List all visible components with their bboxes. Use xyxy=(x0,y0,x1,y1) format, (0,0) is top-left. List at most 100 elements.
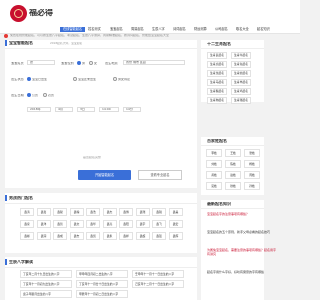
name-chip[interactable]: 鑫超 xyxy=(135,232,150,240)
name-chip[interactable]: 鑫彬 xyxy=(20,232,34,240)
name-chip[interactable]: 鑫浩 xyxy=(86,208,100,216)
article-link[interactable]: 为属兔宝宝起名，需要注意的事项有哪些？起名用字有讲究 xyxy=(207,248,277,256)
calendar-radio-solar[interactable] xyxy=(27,93,31,97)
zodiac-link[interactable]: 生肖龙起名 xyxy=(207,70,227,77)
zodiac-link[interactable]: 生肖狗起名 xyxy=(207,97,227,104)
surname-link[interactable]: 孙姓 xyxy=(244,182,260,190)
name-chip[interactable]: 鑫洋 xyxy=(36,220,51,228)
title-bar xyxy=(5,259,7,265)
bazi-link[interactable]: 甲申年四月初二出生的八字 xyxy=(76,270,128,278)
surname-link[interactable]: 周姓 xyxy=(244,171,260,179)
name-chip[interactable]: 鑫嘉 xyxy=(36,208,51,216)
surname-link[interactable]: 张姓 xyxy=(244,149,260,157)
surname-link[interactable]: 刘姓 xyxy=(206,160,222,168)
surname-input[interactable]: 张 xyxy=(27,60,55,65)
calendar-radio-lunar[interactable] xyxy=(43,93,47,97)
article-link[interactable]: 宝宝起名字的注意事项有哪些？ xyxy=(207,212,277,216)
surname-link[interactable]: 徐姓 xyxy=(225,182,241,190)
name-chip[interactable]: 鑫瑞 xyxy=(135,208,150,216)
gender-option-female: 女 xyxy=(94,62,98,65)
name-chip[interactable]: 鑫锐 xyxy=(152,208,166,216)
zodiac-link[interactable]: 生肖羊起名 xyxy=(231,79,251,86)
surname-link[interactable]: 王姓 xyxy=(225,149,241,157)
name-chip[interactable]: 鑫杰 xyxy=(102,208,117,216)
bazi-link[interactable]: 丁亥年二月十九日出生的八字 xyxy=(20,270,72,278)
article-link[interactable]: 宝宝起名的五个原则，新手父母必看的起名技巧 xyxy=(207,230,277,234)
surname-link[interactable]: 李姓 xyxy=(206,149,222,157)
month-select[interactable]: 4月 xyxy=(55,107,73,112)
main-nav: 在线智能起名 姓名测试 宝宝起名 周易起名 生辰八字 诗词起名 财运测算 公司起… xyxy=(0,26,300,34)
name-chip[interactable]: 鑫飞 xyxy=(152,220,166,228)
name-chip[interactable]: 鑫昊 xyxy=(168,208,183,216)
zodiac-link[interactable]: 生肖牛起名 xyxy=(231,52,251,59)
bazi-link[interactable]: 己亥年十二月十一日出生的八字 xyxy=(132,280,184,288)
name-chip[interactable]: 鑫润 xyxy=(36,232,51,240)
nav-item-1[interactable]: 姓名测试 xyxy=(88,27,101,32)
name-chip[interactable]: 鑫永 xyxy=(102,232,117,240)
nav-item-6[interactable]: 财运测算 xyxy=(194,27,207,32)
nav-item-9[interactable]: 起名知识 xyxy=(257,27,270,32)
status-radio-undecided[interactable] xyxy=(113,77,117,81)
year-select[interactable]: 2018年 xyxy=(27,107,51,112)
name-chip[interactable]: 鑫成 xyxy=(53,232,67,240)
name-chip[interactable]: 鑫宏 xyxy=(168,220,183,228)
submit-button[interactable]: 开始智能起名 xyxy=(78,170,131,180)
nav-item-2[interactable]: 宝宝起名 xyxy=(110,27,123,32)
name-chip[interactable]: 鑫阳 xyxy=(119,220,133,228)
nav-item-7[interactable]: 公司起名 xyxy=(215,27,228,32)
bazi-link[interactable]: 甲辰年十一月初二日出生的八字 xyxy=(76,290,128,298)
bazi-link[interactable]: 丁亥年十一月廿十日出生的八字 xyxy=(76,280,128,288)
zodiac-link[interactable]: 生肖蛇起名 xyxy=(231,70,251,77)
name-chip[interactable]: 鑫祥 xyxy=(119,232,133,240)
name-chip[interactable]: 鑫博 xyxy=(119,208,133,216)
zodiac-link[interactable]: 生肖虎起名 xyxy=(207,61,227,68)
surname-link[interactable]: 杨姓 xyxy=(244,160,260,168)
gender-radio-female[interactable] xyxy=(89,61,93,65)
birth-status-label: 出生状态 xyxy=(11,78,24,81)
secondary-button[interactable]: 查看专业起名 xyxy=(138,170,182,180)
name-chip[interactable]: 鑫亮 xyxy=(102,220,117,228)
name-chip[interactable]: 鑫哲 xyxy=(53,220,67,228)
status-radio-unborn[interactable] xyxy=(73,77,77,81)
minute-select[interactable]: 14分 xyxy=(123,107,141,112)
name-chip[interactable]: 鑫志 xyxy=(69,232,84,240)
form-subtitle: 2018起名大师，宝宝起名 xyxy=(50,42,83,45)
zodiac-link[interactable]: 生肖猪起名 xyxy=(231,97,251,104)
nav-item-3[interactable]: 周易起名 xyxy=(131,27,144,32)
logo-text[interactable]: 福必得 xyxy=(29,9,53,17)
zodiac-link[interactable]: 生肖兔起名 xyxy=(231,61,251,68)
form-title: 宝宝智能起名 xyxy=(9,41,33,45)
logo-icon[interactable] xyxy=(10,5,27,22)
zodiac-link[interactable]: 生肖马起名 xyxy=(207,79,227,86)
name-chip[interactable]: 鑫家 xyxy=(20,220,34,228)
surname-link[interactable]: 陈姓 xyxy=(225,160,241,168)
bazi-link[interactable]: 丁亥年十一月初九出生的八字 xyxy=(20,280,72,288)
nav-item-5[interactable]: 诗词起名 xyxy=(173,27,186,32)
surname-link[interactable]: 黄姓 xyxy=(206,171,222,179)
birthplace-select[interactable]: 省份 城市 区县 xyxy=(123,60,185,65)
surname-link[interactable]: 吴姓 xyxy=(206,182,222,190)
bazi-link[interactable]: 壬申年十一月十一日出生的八字 xyxy=(132,270,184,278)
name-chip[interactable]: 鑫涛 xyxy=(20,208,34,216)
gender-radio-male[interactable] xyxy=(77,61,81,65)
nav-item-0[interactable]: 在线智能起名 xyxy=(60,27,86,32)
name-chip[interactable]: 鑫凯 xyxy=(86,232,100,240)
zodiac-link[interactable]: 生肖鸡起名 xyxy=(231,88,251,95)
nav-item-4[interactable]: 生辰八字 xyxy=(152,27,165,32)
name-chip[interactable]: 鑫翰 xyxy=(69,208,84,216)
hour-select[interactable]: 14:00 xyxy=(99,107,119,112)
name-chip[interactable]: 鑫文 xyxy=(69,220,84,228)
zodiac-link[interactable]: 生肖鼠起名 xyxy=(207,52,227,59)
name-chip[interactable]: 鑫宇 xyxy=(135,220,150,228)
article-link[interactable]: 起名字用什么字好，好听有寓意的字有哪些 xyxy=(207,270,277,274)
name-chip[interactable]: 鑫骏 xyxy=(53,208,67,216)
name-chip[interactable]: 鑫辉 xyxy=(168,232,183,240)
zodiac-link[interactable]: 生肖猴起名 xyxy=(207,88,227,95)
status-radio-born[interactable] xyxy=(27,77,31,81)
nav-item-8[interactable]: 取名大全 xyxy=(236,27,249,32)
surname-link[interactable]: 赵姓 xyxy=(225,171,241,179)
day-select[interactable]: 3日 xyxy=(77,107,95,112)
name-chip[interactable]: 鑫华 xyxy=(86,220,100,228)
bazi-link[interactable]: 庚子年腊月出生的八字 xyxy=(20,290,72,298)
name-chip[interactable]: 鑫强 xyxy=(152,232,166,240)
